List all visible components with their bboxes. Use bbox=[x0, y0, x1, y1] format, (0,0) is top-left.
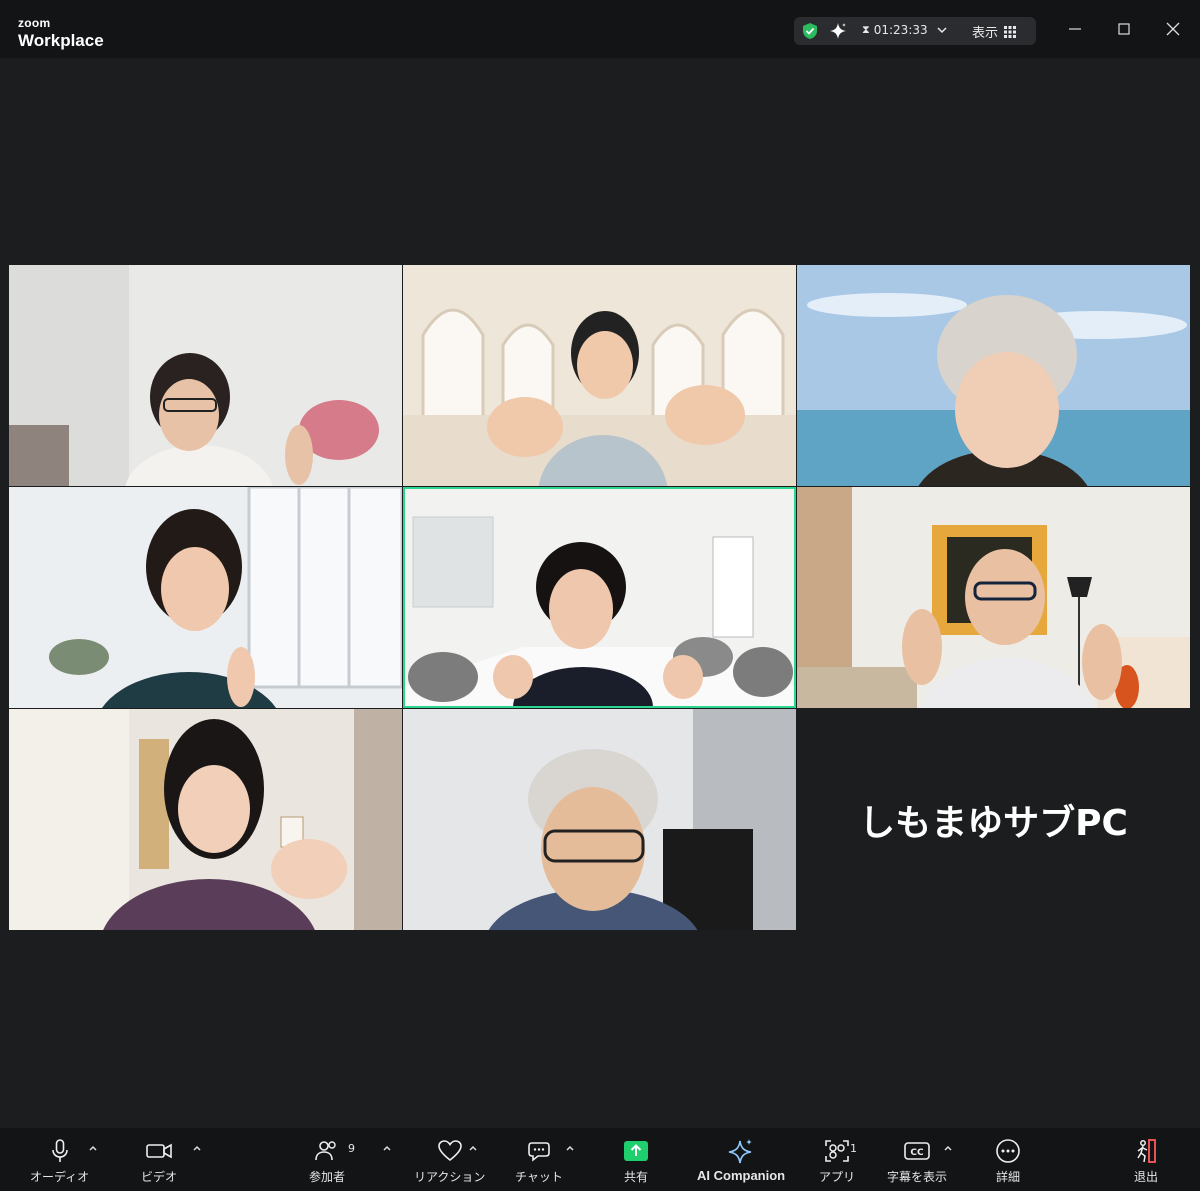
more-options-icon bbox=[996, 1139, 1020, 1163]
view-button[interactable]: 表示 bbox=[972, 22, 1017, 41]
participants-icon bbox=[315, 1141, 336, 1161]
ai-companion-button[interactable]: AI Companion bbox=[697, 1138, 785, 1183]
captions-button[interactable]: CC 字幕を表示 bbox=[887, 1138, 947, 1185]
hourglass-icon: ⧗ bbox=[862, 23, 870, 36]
audio-label: オーディオ bbox=[30, 1170, 90, 1184]
close-icon[interactable] bbox=[1162, 18, 1184, 40]
logo-zoom: zoom bbox=[18, 16, 51, 30]
share-screen-icon bbox=[624, 1141, 648, 1161]
participant-video bbox=[403, 487, 796, 708]
more-label: 詳細 bbox=[995, 1170, 1020, 1184]
leave-label: 退出 bbox=[1133, 1170, 1158, 1184]
video-gallery: しもまゆサブPC bbox=[9, 265, 1191, 930]
shield-check-icon[interactable] bbox=[801, 22, 819, 40]
participant-name-tile[interactable]: しもまゆサブPC bbox=[797, 709, 1190, 930]
participants-button[interactable]: 参加者 bbox=[309, 1138, 345, 1185]
captions-options-chevron-up-icon[interactable] bbox=[943, 1143, 953, 1153]
participant-video-tile[interactable] bbox=[403, 265, 796, 486]
participant-video bbox=[403, 265, 796, 486]
meeting-timer[interactable]: ⧗ 01:23:33 bbox=[862, 23, 948, 37]
maximize-icon[interactable] bbox=[1113, 18, 1135, 40]
participant-video-tile[interactable] bbox=[9, 487, 402, 708]
timer-value: 01:23:33 bbox=[873, 23, 928, 37]
apps-count: 1 bbox=[850, 1142, 857, 1155]
leave-button[interactable]: 退出 bbox=[1132, 1138, 1160, 1185]
app-logo: zoom Workplace bbox=[18, 14, 104, 49]
chat-options-chevron-up-icon[interactable] bbox=[565, 1143, 575, 1153]
meeting-toolbar: オーディオ ビデオ 参加者 9 リアクション チャット 共有 AI Compan… bbox=[0, 1128, 1200, 1191]
participant-video bbox=[403, 709, 796, 930]
logo-workplace: Workplace bbox=[18, 31, 104, 50]
title-bar: zoom Workplace ⧗ 01:23:33 表示 bbox=[0, 0, 1200, 58]
participant-video bbox=[797, 265, 1190, 486]
video-options-chevron-up-icon[interactable] bbox=[192, 1143, 202, 1153]
video-label: ビデオ bbox=[141, 1170, 178, 1184]
participant-name: しもまゆサブPC bbox=[859, 802, 1128, 844]
participant-video bbox=[797, 487, 1190, 708]
minimize-icon[interactable] bbox=[1064, 18, 1086, 40]
reactions-options-chevron-up-icon[interactable] bbox=[468, 1143, 478, 1153]
video-button[interactable]: ビデオ bbox=[141, 1138, 177, 1185]
ai-companion-label: AI Companion bbox=[697, 1168, 786, 1183]
chat-button[interactable]: チャット bbox=[515, 1138, 563, 1185]
svg-text:CC: CC bbox=[910, 1148, 924, 1158]
apps-icon bbox=[825, 1140, 849, 1162]
participant-video-tile-active-speaker[interactable] bbox=[403, 487, 796, 708]
share-button[interactable]: 共有 bbox=[622, 1138, 650, 1185]
microphone-icon bbox=[51, 1139, 68, 1162]
participant-video bbox=[9, 709, 402, 930]
participant-video-tile[interactable] bbox=[403, 709, 796, 930]
meeting-status-pill: ⧗ 01:23:33 表示 bbox=[794, 17, 1036, 45]
reactions-label: リアクション bbox=[414, 1170, 486, 1184]
view-label: 表示 bbox=[972, 26, 999, 41]
participant-video-tile[interactable] bbox=[797, 265, 1190, 486]
ai-companion-sparkle-icon bbox=[728, 1139, 753, 1164]
chat-label: チャット bbox=[515, 1170, 563, 1184]
participant-video-tile[interactable] bbox=[9, 709, 402, 930]
more-button[interactable]: 詳細 bbox=[994, 1138, 1022, 1185]
share-label: 共有 bbox=[623, 1170, 648, 1184]
captions-label: 字幕を表示 bbox=[887, 1170, 948, 1184]
heart-icon bbox=[437, 1140, 462, 1162]
audio-options-chevron-up-icon[interactable] bbox=[88, 1143, 98, 1153]
chevron-down-icon bbox=[937, 27, 947, 34]
chat-icon bbox=[528, 1142, 550, 1162]
participant-video-tile[interactable] bbox=[9, 265, 402, 486]
leave-meeting-icon bbox=[1137, 1139, 1156, 1163]
participants-count: 9 bbox=[348, 1142, 355, 1155]
ai-sparkle-icon[interactable] bbox=[829, 22, 847, 40]
participants-label: 参加者 bbox=[309, 1170, 346, 1184]
video-camera-icon bbox=[146, 1143, 172, 1159]
grid-view-icon bbox=[1004, 25, 1017, 38]
apps-label: アプリ bbox=[819, 1170, 856, 1184]
closed-captions-icon: CC bbox=[904, 1142, 930, 1160]
participant-video-tile[interactable] bbox=[797, 487, 1190, 708]
participant-video bbox=[9, 487, 402, 708]
participant-video bbox=[9, 265, 402, 486]
audio-button[interactable]: オーディオ bbox=[30, 1138, 89, 1185]
participants-options-chevron-up-icon[interactable] bbox=[382, 1143, 392, 1153]
